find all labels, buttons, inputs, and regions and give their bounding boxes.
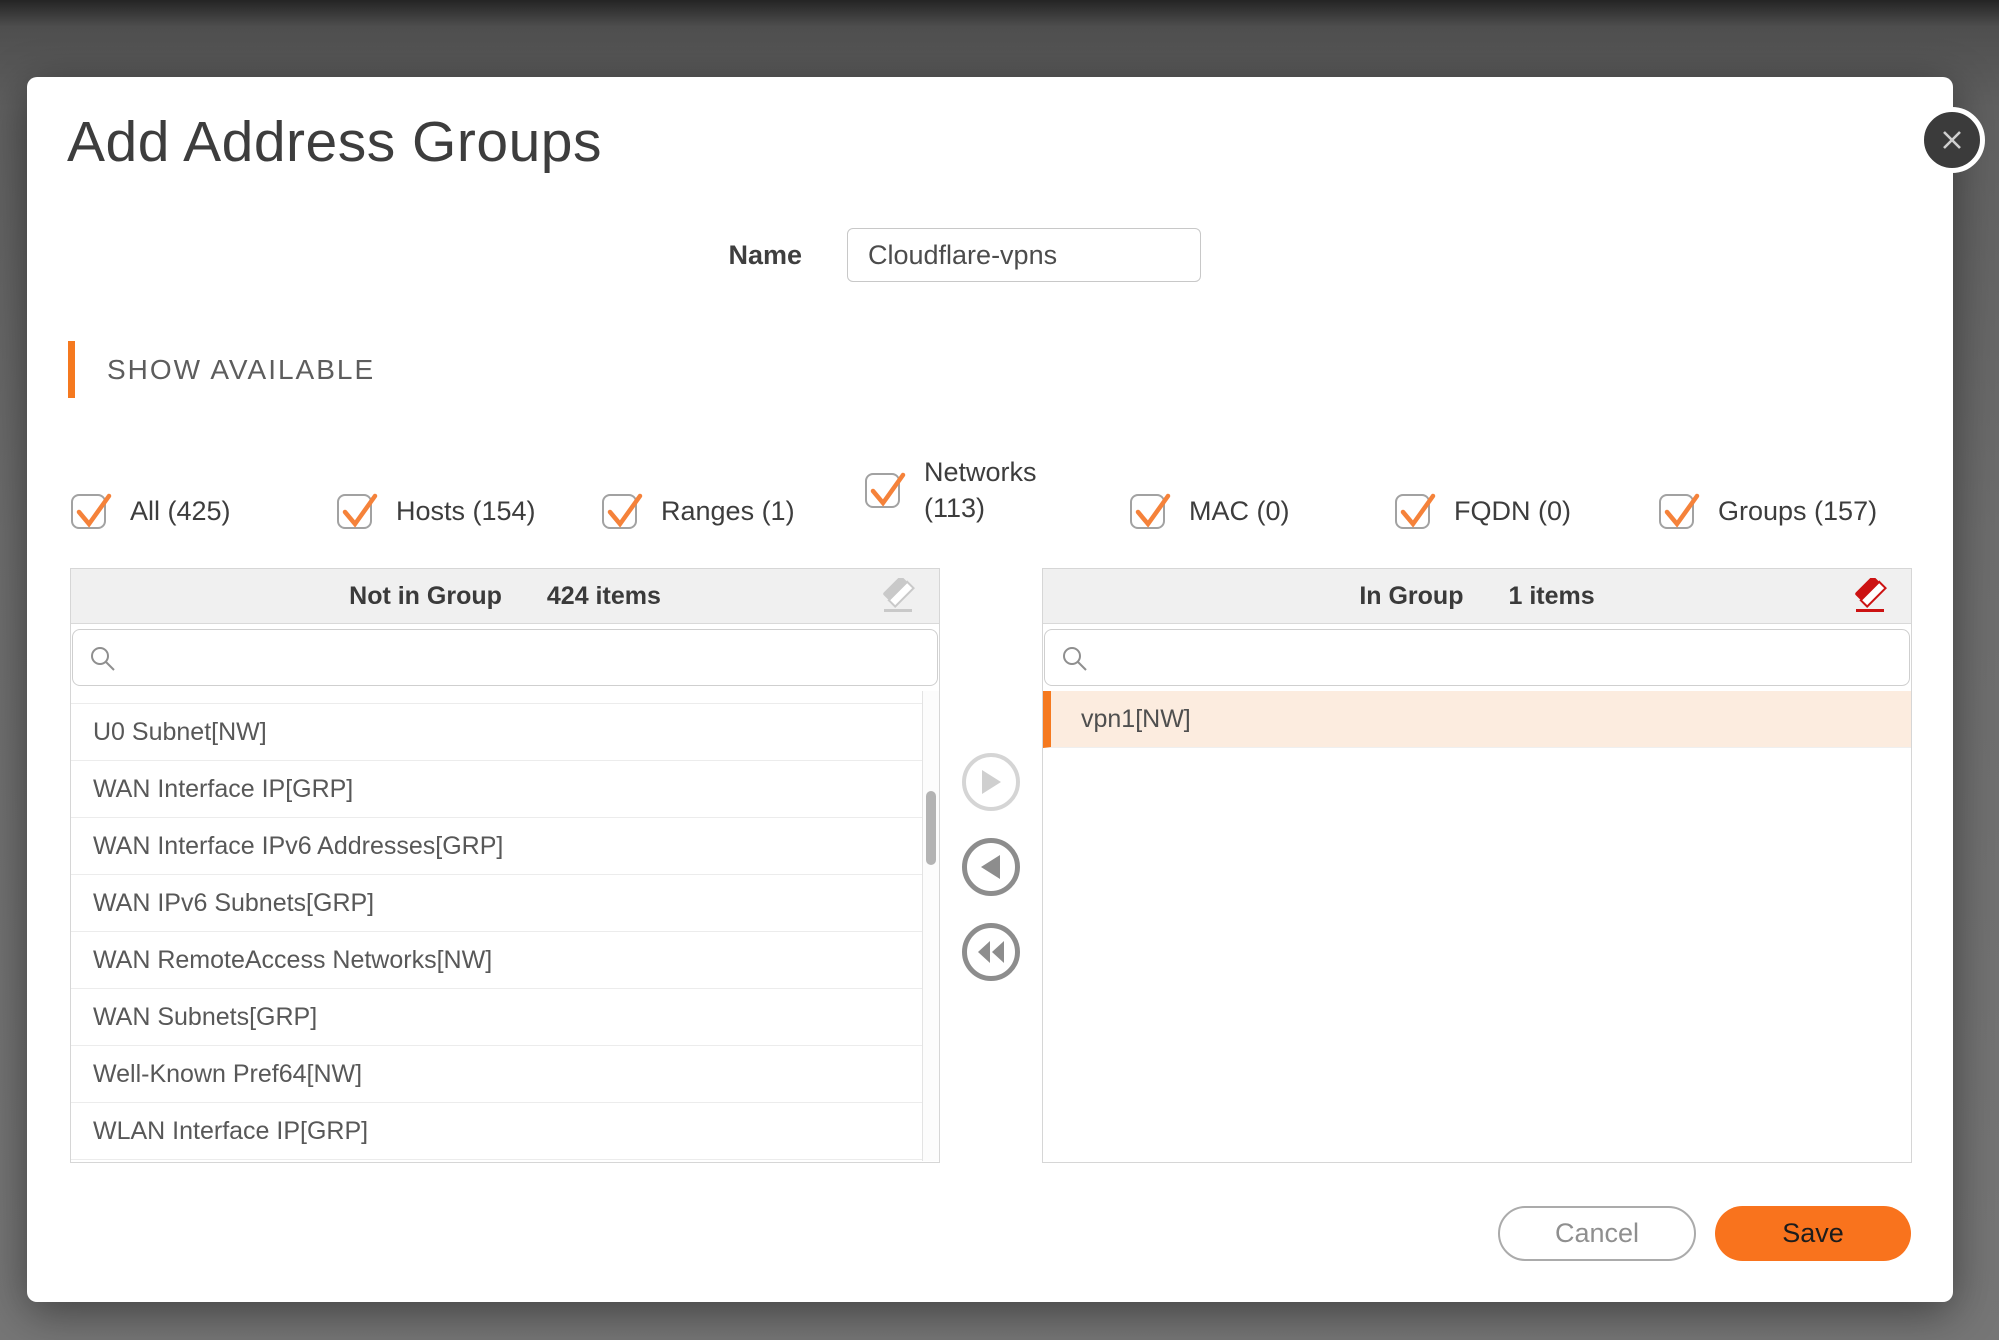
list-item[interactable]: WAN IPv6 Subnets[GRP]	[71, 875, 939, 932]
list-item[interactable]: WAN RemoteAccess Networks[NW]	[71, 932, 939, 989]
checkmark-icon	[76, 493, 112, 528]
checkbox-networks[interactable]	[865, 472, 906, 508]
checkbox-hosts[interactable]	[337, 493, 378, 529]
not-in-group-search	[72, 629, 938, 686]
filter-groups[interactable]: Groups (157)	[1659, 493, 1877, 529]
checkbox-all[interactable]	[71, 493, 112, 529]
search-icon	[1063, 647, 1087, 671]
save-button[interactable]: Save	[1715, 1206, 1911, 1261]
eraser-icon	[879, 576, 917, 616]
in-group-panel: In Group 1 items vpn1[NW]	[1042, 568, 1912, 1163]
checkmark-icon	[342, 493, 378, 528]
filter-label: MAC (0)	[1189, 496, 1290, 526]
panel-title: In Group	[1359, 581, 1464, 610]
add-address-groups-dialog: Add Address Groups Name SHOW AVAILABLE A…	[27, 77, 1985, 1302]
dialog-title: Add Address Groups	[67, 110, 602, 174]
list-item[interactable]: U0 Subnet[NW]	[71, 704, 939, 761]
search-icon	[91, 647, 115, 671]
scrollbar[interactable]	[922, 691, 939, 1161]
arrow-left-icon	[981, 855, 1000, 879]
filter-fqdn[interactable]: FQDN (0)	[1395, 493, 1571, 529]
filter-label: FQDN (0)	[1454, 496, 1571, 526]
filter-mac[interactable]: MAC (0)	[1130, 493, 1290, 529]
list-item[interactable]: Well-Known Pref64[NW]	[71, 1046, 939, 1103]
checkbox-fqdn[interactable]	[1395, 493, 1436, 529]
filter-networks[interactable]: Networks (113)	[865, 454, 1056, 526]
checkbox-groups[interactable]	[1659, 493, 1700, 529]
name-label: Name	[728, 240, 802, 270]
move-right-button[interactable]	[962, 753, 1020, 811]
double-arrow-left-icon	[978, 941, 1004, 963]
filter-label: All (425)	[130, 496, 231, 526]
not-in-group-list: U0 Subnet[NW] WAN Interface IP[GRP] WAN …	[71, 691, 939, 1162]
checkbox-ranges[interactable]	[602, 493, 643, 529]
filter-label: Hosts (154)	[396, 496, 536, 526]
list-item[interactable]: WLAN Interface IP[GRP]	[71, 1103, 939, 1160]
checkmark-icon	[1664, 493, 1700, 528]
name-input[interactable]	[847, 228, 1201, 282]
move-left-button[interactable]	[962, 838, 1020, 896]
close-icon	[1943, 131, 1961, 149]
panel-count: 1 items	[1508, 581, 1595, 610]
list-item[interactable]: WAN Interface IP[GRP]	[71, 761, 939, 818]
selected-list-item[interactable]: vpn1[NW]	[1043, 691, 1911, 748]
filter-label: Groups (157)	[1718, 496, 1878, 526]
panel-title: Not in Group	[349, 581, 502, 610]
close-button[interactable]	[1919, 107, 1985, 173]
checkbox-mac[interactable]	[1130, 493, 1171, 529]
arrow-right-icon	[982, 770, 1001, 794]
not-in-group-search-input[interactable]	[73, 630, 937, 685]
clipped-list-item	[71, 691, 939, 704]
checkmark-icon	[607, 493, 643, 528]
checkmark-icon	[1400, 493, 1436, 528]
checkmark-icon	[1135, 493, 1171, 528]
not-in-group-panel: Not in Group 424 items U0 Subnet[NW] WAN…	[70, 568, 940, 1163]
section-accent-bar	[68, 341, 75, 398]
show-available-section-header: SHOW AVAILABLE	[68, 341, 375, 398]
filter-hosts[interactable]: Hosts (154)	[337, 493, 536, 529]
in-group-list: vpn1[NW]	[1043, 691, 1911, 1162]
filter-label: Ranges (1)	[661, 496, 795, 526]
cancel-button[interactable]: Cancel	[1498, 1206, 1696, 1261]
checkmark-icon	[870, 472, 906, 507]
in-group-header: In Group 1 items	[1043, 569, 1911, 624]
panel-count: 424 items	[546, 581, 661, 610]
not-in-group-header: Not in Group 424 items	[71, 569, 939, 624]
filter-ranges[interactable]: Ranges (1)	[602, 493, 795, 529]
list-item[interactable]: WAN Interface IPv6 Addresses[GRP]	[71, 818, 939, 875]
scrollbar-thumb[interactable]	[926, 791, 936, 865]
in-group-search	[1044, 629, 1910, 686]
move-all-left-button[interactable]	[962, 923, 1020, 981]
section-title: SHOW AVAILABLE	[107, 354, 376, 385]
filter-label: Networks (113)	[924, 457, 1037, 523]
list-item[interactable]: WAN Subnets[GRP]	[71, 989, 939, 1046]
in-group-search-input[interactable]	[1045, 630, 1909, 685]
eraser-red-icon[interactable]	[1851, 576, 1889, 616]
filter-all[interactable]: All (425)	[71, 493, 231, 529]
